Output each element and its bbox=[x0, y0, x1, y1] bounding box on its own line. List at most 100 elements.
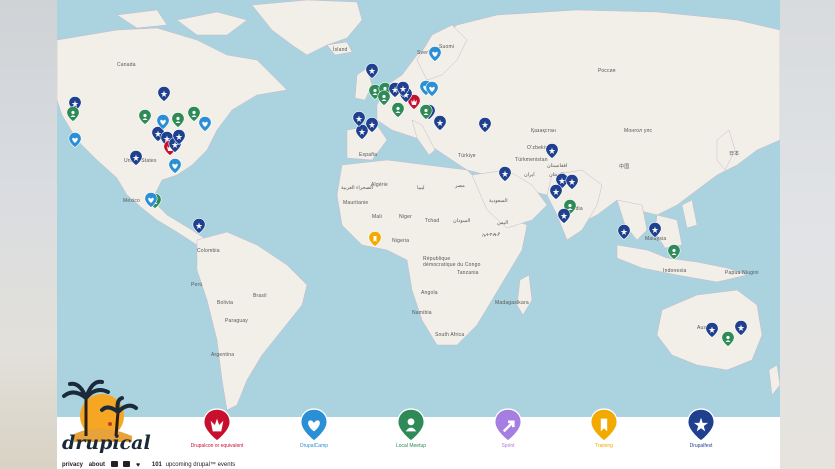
event-marker-drupalfest[interactable] bbox=[157, 86, 171, 102]
event-marker-drupalfest[interactable] bbox=[433, 115, 447, 131]
label-peru: Perú bbox=[191, 282, 203, 288]
label-yemen: اليمن bbox=[497, 220, 509, 226]
heart-icon[interactable]: ♥ bbox=[136, 462, 140, 469]
event-marker-training[interactable] bbox=[368, 231, 382, 247]
event-marker-drupalfest[interactable] bbox=[705, 322, 719, 338]
event-marker-drupalcamp[interactable] bbox=[428, 46, 442, 62]
event-count: 101 bbox=[151, 462, 162, 468]
world-map[interactable]: Canada United States México Colombia Per… bbox=[57, 0, 780, 469]
event-marker-drupalfest[interactable] bbox=[172, 129, 186, 145]
event-marker-drupalfest[interactable] bbox=[365, 117, 379, 133]
label-indonesia: Indonesia bbox=[663, 268, 687, 274]
event-marker-drupalfest[interactable] bbox=[192, 218, 206, 234]
facebook-icon[interactable] bbox=[123, 461, 131, 467]
label-niger: Niger bbox=[399, 214, 412, 220]
label-angola: Angola bbox=[421, 290, 438, 296]
label-china: 中国 bbox=[619, 164, 630, 170]
footer-links: privacy about ♥ 101 upcoming drupal™ eve… bbox=[62, 461, 239, 469]
label-libya: ليبيا bbox=[417, 185, 425, 191]
brand-name: drupical bbox=[62, 432, 151, 454]
event-marker-drupalfest[interactable] bbox=[352, 111, 366, 127]
label-bolivia: Bolivia bbox=[217, 300, 234, 306]
legend-label-training: Training bbox=[595, 443, 613, 449]
label-algeria: Algérie bbox=[371, 182, 388, 188]
person-icon bbox=[396, 408, 426, 442]
label-nigeria: Nigeria bbox=[392, 238, 410, 244]
legend-label-drupalcamp: DrupalCamp bbox=[299, 443, 329, 449]
event-marker-drupalfest[interactable] bbox=[545, 143, 559, 159]
label-mongolia: Монгол улс bbox=[624, 128, 653, 134]
event-count-text: upcoming drupal™ events bbox=[165, 462, 236, 468]
about-link[interactable]: about bbox=[89, 462, 105, 468]
label-sudan: السودان bbox=[453, 218, 471, 224]
event-marker-drupalcamp[interactable] bbox=[68, 132, 82, 148]
crown-icon bbox=[202, 408, 232, 442]
event-marker-drupalfest[interactable] bbox=[498, 166, 512, 182]
event-marker-meetup[interactable] bbox=[377, 90, 391, 106]
label-chad: Tchad bbox=[425, 218, 440, 224]
privacy-link[interactable]: privacy bbox=[62, 462, 83, 468]
label-russia: Россия bbox=[598, 68, 616, 74]
event-marker-meetup[interactable] bbox=[419, 104, 433, 120]
label-mali: Mali bbox=[372, 214, 382, 220]
background-blur-left bbox=[0, 0, 57, 469]
event-marker-meetup[interactable] bbox=[391, 102, 405, 118]
label-japan: 日本 bbox=[729, 151, 740, 157]
event-marker-meetup[interactable] bbox=[171, 112, 185, 128]
label-south-africa: South Africa bbox=[435, 332, 465, 338]
event-marker-drupalfest[interactable] bbox=[617, 224, 631, 240]
legend-drupalfest[interactable]: Drupalfest bbox=[671, 408, 731, 449]
event-marker-drupalfest[interactable] bbox=[129, 150, 143, 166]
label-sahara: الصحراء الغربية bbox=[341, 185, 374, 191]
bookmark-icon bbox=[589, 408, 619, 442]
event-marker-drupalfest[interactable] bbox=[365, 63, 379, 79]
legend-drupalcamp[interactable]: DrupalCamp bbox=[284, 408, 344, 449]
event-marker-drupalfest[interactable] bbox=[478, 117, 492, 133]
event-marker-meetup[interactable] bbox=[667, 244, 681, 260]
label-espana: España bbox=[359, 152, 378, 158]
event-marker-drupalcamp[interactable] bbox=[144, 192, 158, 208]
label-madagascar: Madagasikara bbox=[495, 300, 529, 306]
event-marker-drupalfest[interactable] bbox=[565, 174, 579, 190]
legend-label-drupalcon: Drupalcon or equivalent bbox=[190, 443, 244, 449]
arrow-icon bbox=[493, 408, 523, 442]
event-marker-drupalfest[interactable] bbox=[648, 222, 662, 238]
label-papua: Papua Niugini bbox=[725, 270, 759, 276]
label-ethiopia: ኢትዮጵያ bbox=[482, 232, 501, 238]
label-canada: Canada bbox=[117, 62, 136, 68]
label-drc: République démocratique du Congo bbox=[423, 256, 481, 268]
label-island: Ísland bbox=[333, 47, 348, 53]
event-marker-meetup[interactable] bbox=[721, 331, 735, 347]
label-tanzania: Tanzania bbox=[457, 270, 479, 276]
label-turkiye: Türkiye bbox=[458, 153, 476, 159]
label-afghanistan: افغانستان bbox=[547, 163, 568, 169]
twitter-icon[interactable] bbox=[110, 461, 118, 467]
event-marker-drupalfest[interactable] bbox=[549, 184, 563, 200]
event-marker-drupalfest[interactable] bbox=[734, 320, 748, 336]
label-egypt: مصر bbox=[455, 183, 465, 189]
event-marker-drupalcamp[interactable] bbox=[156, 114, 170, 130]
label-mauritanie: Mauritanie bbox=[343, 200, 369, 206]
legend-sprint[interactable]: Sprint bbox=[478, 408, 538, 449]
event-marker-drupalcamp[interactable] bbox=[425, 81, 439, 97]
event-marker-meetup[interactable] bbox=[66, 106, 80, 122]
label-argentina: Argentina bbox=[211, 352, 235, 358]
label-colombia: Colombia bbox=[197, 248, 220, 254]
event-marker-meetup[interactable] bbox=[138, 109, 152, 125]
legend-label-meetup: Local Meetup bbox=[395, 443, 427, 449]
event-marker-drupalcamp[interactable] bbox=[168, 158, 182, 174]
label-iran: ایران bbox=[524, 172, 535, 178]
event-marker-drupalcamp[interactable] bbox=[198, 116, 212, 132]
label-turkmenistan: Türkmenistan bbox=[515, 157, 548, 163]
event-marker-drupalfest[interactable] bbox=[396, 81, 410, 97]
legend-training[interactable]: Training bbox=[574, 408, 634, 449]
legend-label-drupalfest: Drupalfest bbox=[689, 443, 713, 449]
map-land bbox=[57, 0, 780, 469]
legend-drupalcon[interactable]: Drupalcon or equivalent bbox=[187, 408, 247, 449]
legend-meetup[interactable]: Local Meetup bbox=[381, 408, 441, 449]
label-mexico: México bbox=[123, 198, 141, 204]
label-kazakhstan: Қазақстан bbox=[531, 128, 556, 134]
event-marker-drupalfest[interactable] bbox=[557, 208, 571, 224]
label-brasil: Brasil bbox=[253, 293, 267, 299]
label-paraguay: Paraguay bbox=[225, 318, 249, 324]
